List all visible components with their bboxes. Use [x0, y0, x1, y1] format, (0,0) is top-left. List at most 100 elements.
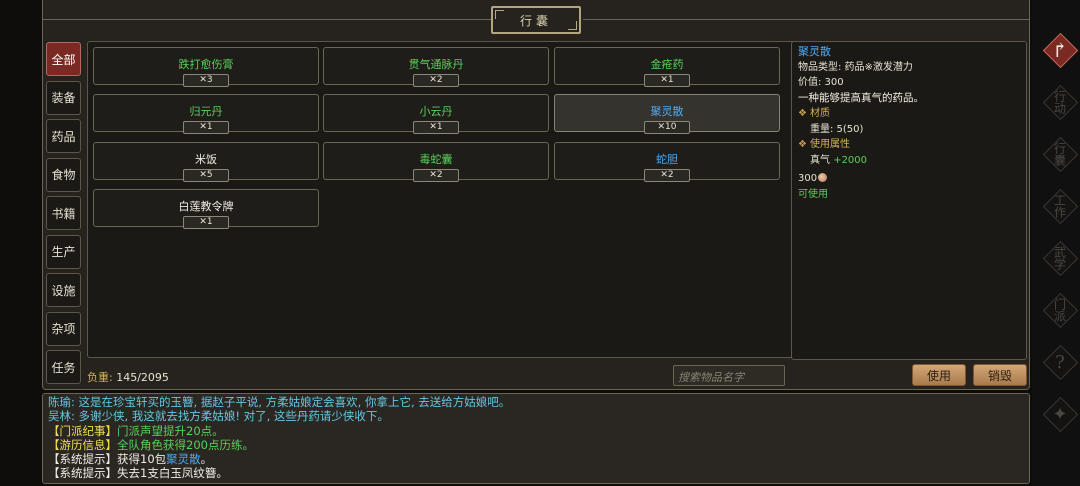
left-margin	[0, 0, 42, 486]
log-segment: 吴林: 多谢少侠, 我这就去找方柔姑娘! 对了, 这些丹药请少侠收下。	[48, 409, 389, 424]
use-attributes-section: ❖ 使用属性	[798, 137, 1020, 153]
side-menu-button[interactable]: 工作	[1042, 188, 1078, 224]
item-quantity: ✕2	[413, 168, 459, 182]
log-line: 【系统提示】失去1支白玉凤纹簪。	[48, 466, 1024, 480]
tab-0[interactable]: 全部	[46, 42, 81, 76]
item-slot[interactable]: 米饭 ✕5	[93, 141, 319, 182]
help-icon: ?	[1055, 351, 1065, 373]
use-button[interactable]: 使用	[912, 364, 966, 386]
item-quantity: ✕1	[183, 215, 229, 229]
detail-description: 一种能够提高真气的药品。	[798, 91, 924, 104]
search-input[interactable]: 搜索物品名字	[673, 365, 785, 386]
item-name: 聚灵散	[650, 105, 684, 119]
diamond-icon: ❖	[798, 139, 807, 150]
log-segment: 门派声望提升20点。	[117, 423, 224, 438]
item-slot[interactable]: 金疮药 ✕1	[554, 47, 780, 87]
item-quantity: ✕1	[644, 74, 690, 87]
side-menu-button[interactable]: ↱	[1042, 32, 1078, 68]
tab-2[interactable]: 药品	[46, 119, 81, 153]
tab-6[interactable]: 设施	[46, 273, 81, 307]
item-slot[interactable]: 跌打愈伤膏 ✕3	[93, 47, 319, 87]
item-name: 毒蛇囊	[419, 152, 453, 166]
log-line: 【系统提示】获得10包聚灵散。	[48, 452, 1024, 466]
load-indicator: 负重: 145/2095	[87, 369, 169, 385]
item-slot[interactable]: 毒蛇囊 ✕2	[323, 141, 549, 182]
usable-status: 可使用	[798, 188, 828, 200]
log-segment: 聚灵散	[166, 452, 201, 467]
item-name: 金疮药	[650, 58, 684, 71]
title-divider-right	[583, 19, 1030, 20]
panel-title-text: 行囊	[519, 13, 552, 28]
coin-icon	[818, 173, 828, 182]
side-menu-button[interactable]: 门派	[1042, 292, 1078, 328]
destroy-button[interactable]: 销毁	[973, 364, 1027, 386]
game-screen: 行囊 全部装备药品食物书籍生产设施杂项任务 跌打愈伤膏 ✕3 贯气通脉丹 ✕2 金疮药 ✕…	[0, 0, 1080, 486]
log-line: 【游历信息】全队角色获得200点历练。	[48, 438, 1024, 452]
martial-arts-icon: 武学	[1052, 246, 1067, 270]
tab-3[interactable]: 食物	[46, 157, 81, 192]
tab-7[interactable]: 杂项	[46, 311, 81, 346]
item-name: 蛇胆	[656, 152, 678, 166]
side-menu-button[interactable]: ?	[1042, 344, 1078, 380]
side-menu-button[interactable]: 武学	[1042, 240, 1078, 276]
item-name: 归元丹	[189, 105, 223, 119]
price-value: 300	[798, 173, 818, 184]
sect-icon: 门派	[1052, 298, 1067, 322]
return-arrow-icon: ↱	[1051, 38, 1069, 62]
action-icon: 行动	[1052, 90, 1067, 114]
side-menu-button[interactable]: 行囊	[1042, 136, 1078, 172]
load-label: 负重:	[87, 371, 113, 384]
side-menu-button[interactable]: ✦	[1042, 396, 1078, 432]
item-slot[interactable]: 白莲教令牌 ✕1	[93, 188, 319, 229]
item-quantity: ✕1	[413, 121, 459, 135]
inventory-panel: 行囊 全部装备药品食物书籍生产设施杂项任务 跌打愈伤膏 ✕3 贯气通脉丹 ✕2 金疮药 ✕…	[42, 0, 1030, 390]
title-divider-left	[43, 19, 491, 20]
load-value: 145/2095	[116, 371, 169, 384]
log-line: 吴林: 多谢少侠, 我这就去找方柔姑娘! 对了, 这些丹药请少侠收下。	[48, 409, 1024, 423]
work-icon: 工作	[1052, 194, 1067, 218]
item-slot[interactable]: 贯气通脉丹 ✕2	[323, 47, 549, 87]
bag-icon: 行囊	[1052, 142, 1067, 166]
item-name: 跌打愈伤膏	[178, 58, 234, 71]
item-quantity: ✕1	[183, 121, 229, 135]
use-attr-header: 使用属性	[809, 139, 850, 150]
item-slot[interactable]: 归元丹 ✕1	[93, 94, 319, 135]
item-slot[interactable]: 聚灵散 ✕10	[554, 94, 780, 135]
item-quantity: ✕2	[413, 74, 459, 87]
tab-8[interactable]: 任务	[46, 350, 81, 384]
log-segment: 陈瑜: 这是在珍宝轩买的玉簪, 据赵子平说, 方柔姑娘定会喜欢, 你拿上它, 去…	[48, 395, 511, 409]
log-segment: 【系统提示】获得10包	[48, 452, 167, 467]
diamond-icon: ❖	[798, 108, 807, 119]
settings-icon: ✦	[1052, 403, 1068, 425]
tab-4[interactable]: 书籍	[46, 196, 81, 230]
material-header: 材质	[809, 108, 830, 119]
item-name: 小云丹	[419, 105, 453, 119]
item-quantity: ✕3	[183, 74, 229, 87]
item-slot[interactable]: 蛇胆 ✕2	[554, 141, 780, 182]
item-name: 贯气通脉丹	[408, 58, 464, 71]
log-segment: 【门派纪事】	[48, 423, 117, 438]
side-menu-button[interactable]: 行动	[1042, 84, 1078, 120]
item-name: 米饭	[195, 152, 217, 166]
item-slot[interactable]: 小云丹 ✕1	[323, 94, 549, 135]
panel-title: 行囊	[491, 6, 581, 34]
tab-5[interactable]: 生产	[46, 234, 81, 269]
material-section: ❖ 材质	[798, 106, 1020, 122]
item-grid: 跌打愈伤膏 ✕3 贯气通脉丹 ✕2 金疮药 ✕1 归元丹 ✕1 小云丹 ✕1 聚灵散 ✕10 米饭 ✕5 毒…	[87, 41, 827, 358]
item-quantity: ✕5	[183, 168, 229, 182]
side-menu: ↱ 行动行囊工作武学门派? ✦	[1032, 0, 1080, 486]
item-name: 白莲教令牌	[178, 199, 234, 213]
item-detail-panel: 聚灵散 物品类型: 药品※激发潜力 价值: 300 一种能够提高真气的药品。 ❖…	[791, 41, 1027, 360]
detail-bonus: 真气 +2000	[798, 153, 1020, 169]
tab-1[interactable]: 装备	[46, 80, 81, 115]
item-quantity: ✕2	[644, 168, 690, 182]
detail-price: 300	[798, 171, 1020, 187]
detail-item-type: 物品类型: 药品※激发潜力	[798, 61, 913, 73]
bonus-value: +2000	[833, 154, 868, 166]
log-line: 陈瑜: 这是在珍宝轩买的玉簪, 据赵子平说, 方柔姑娘定会喜欢, 你拿上它, 去…	[48, 395, 1024, 409]
log-segment: 。	[200, 452, 213, 467]
detail-weight: 重量: 5(50)	[810, 123, 864, 135]
item-quantity: ✕10	[644, 121, 690, 135]
bonus-label: 真气	[810, 154, 830, 166]
log-line: 【门派纪事】门派声望提升20点。	[48, 424, 1024, 438]
